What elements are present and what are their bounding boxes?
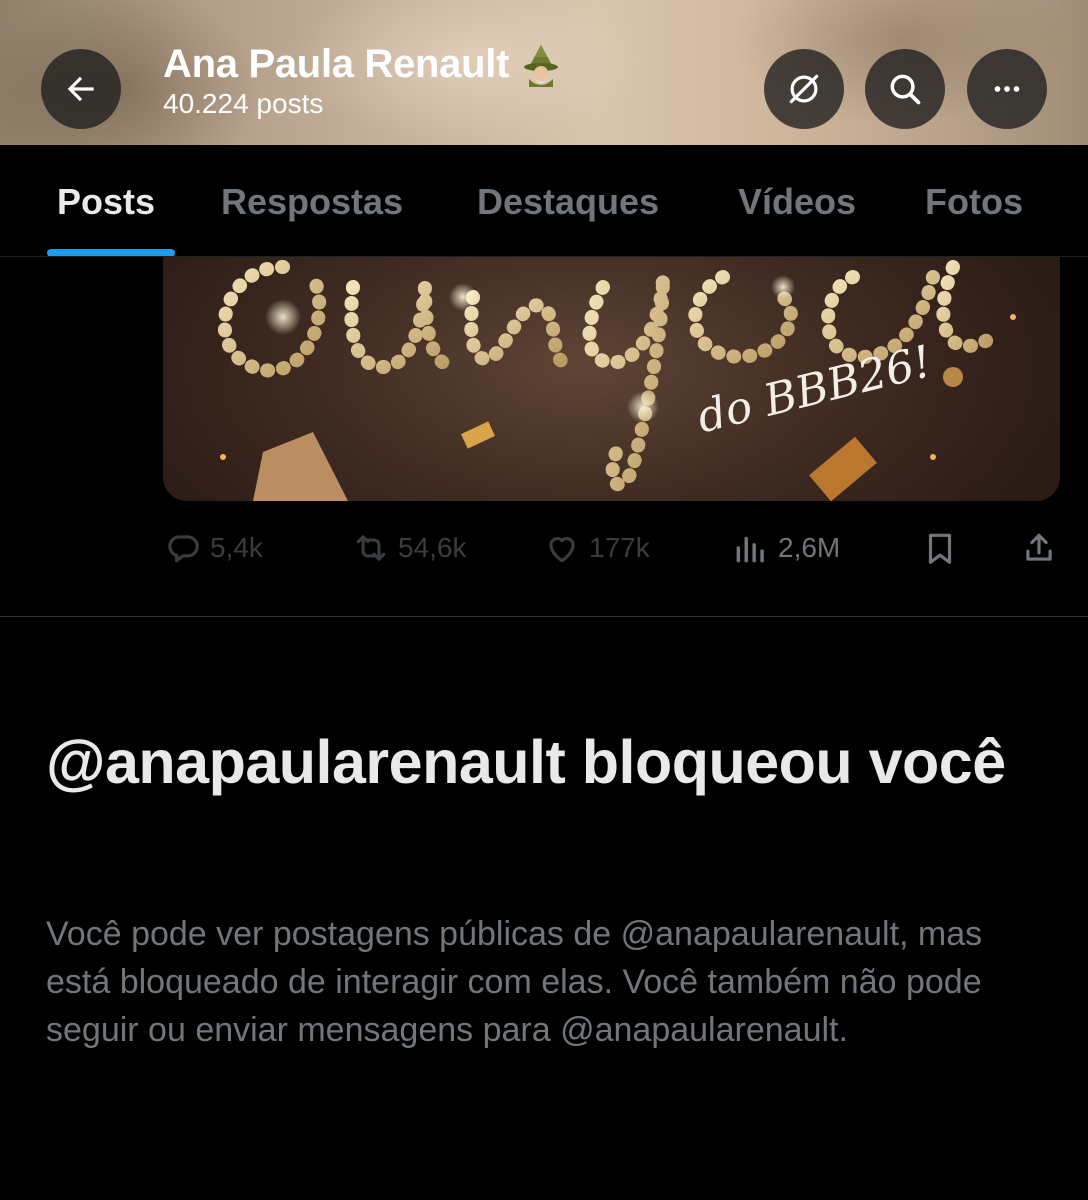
repost-button[interactable]: 54,6k [352,528,467,568]
blocked-description: Você pode ver postagens públicas de @ana… [46,915,983,1049]
share-button[interactable] [1020,528,1058,568]
arrow-left-icon [67,76,94,102]
like-count: 177k [589,532,650,563]
tab-respostas[interactable]: Respostas [221,181,403,223]
views-button[interactable]: 2,6M [732,528,840,568]
notifications-off-button[interactable] [764,49,844,129]
tab-fotos[interactable]: Fotos [925,181,1023,223]
repost-icon [356,535,386,561]
blocked-title: @anapaularenault bloqueou você [46,728,1006,796]
profile-tabs: Posts Respostas Destaques Vídeos Fotos [0,145,1088,257]
profile-header: Ana Paula Renault 40.224 posts [0,0,1088,145]
more-options-button[interactable] [967,49,1047,129]
share-icon [1026,533,1052,561]
ellipsis-icon [994,86,1020,92]
repost-count: 54,6k [398,532,467,563]
heart-icon [549,537,575,563]
profile-name: Ana Paula Renault [163,42,561,87]
post-count: 40.224 posts [163,88,324,119]
post-divider [0,616,1088,617]
reply-button[interactable]: 5,4k [164,528,263,568]
notifications-slash-icon [789,74,819,104]
tab-destaques[interactable]: Destaques [477,181,659,223]
views-chart-icon [736,536,764,563]
bookmark-button[interactable] [921,528,959,568]
view-count: 2,6M [778,532,841,563]
mage-emoji-icon [521,43,561,87]
post-media-image[interactable]: do BBB26! [163,257,1060,501]
bookmark-icon [928,533,952,564]
profile-name-text: Ana Paula Renault [163,42,510,86]
search-icon [890,74,921,105]
tab-posts[interactable]: Posts [57,181,155,223]
tab-videos[interactable]: Vídeos [738,181,856,223]
post-actions-bar: 5,4k 54,6k 177k 2,6M [0,520,1088,576]
back-button[interactable] [41,49,121,129]
search-button[interactable] [865,49,945,129]
like-button[interactable]: 177k [543,528,650,568]
reply-count: 5,4k [210,532,263,563]
reply-bubble-icon [168,535,199,563]
